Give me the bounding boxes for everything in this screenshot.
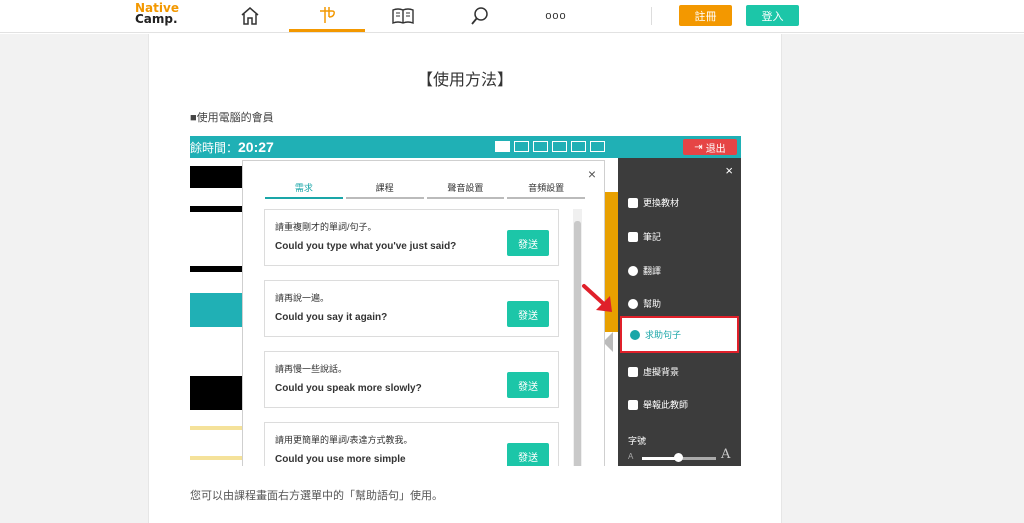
send-button[interactable]: 發送: [507, 372, 549, 398]
phrase-english: Could you speak more slowly?: [275, 383, 422, 394]
timer-value: 20:27: [238, 139, 274, 155]
edit-icon: [628, 231, 638, 242]
nav-home[interactable]: [212, 0, 288, 32]
exit-icon: ⇥: [694, 141, 703, 153]
register-button[interactable]: 註冊: [679, 5, 732, 26]
layout-3-icon[interactable]: [533, 141, 548, 152]
pointer-arrow-icon: [582, 284, 612, 312]
right-gutter: [782, 34, 1024, 523]
tab-request[interactable]: 需求: [265, 181, 343, 199]
lesson-top-bar: 餘時間：20:27 ⇥ 退出: [190, 136, 741, 158]
tab-sound-settings[interactable]: 聲音設置: [426, 181, 505, 199]
more-icon: ooo: [545, 10, 567, 22]
phrase-chinese: 請再說一遍。: [275, 293, 330, 303]
phrase-english: Could you type what you've just said?: [275, 241, 457, 252]
phrase-english: Could you say it again?: [275, 312, 388, 323]
menu-item-help[interactable]: 幫助: [628, 297, 661, 310]
lesson-timer: 餘時間：20:27: [190, 139, 274, 156]
menu-item-label: 幫助: [643, 299, 662, 309]
nav-textbook[interactable]: [365, 0, 441, 32]
send-button[interactable]: 發送: [507, 230, 549, 256]
top-navbar: Native Camp. ooo 註冊 登入: [0, 0, 1024, 33]
image-icon: [628, 366, 638, 377]
exit-button[interactable]: ⇥ 退出: [683, 139, 737, 155]
menu-item-label: 求助句子: [645, 330, 682, 340]
layout-4-icon[interactable]: [552, 141, 567, 152]
layout-2-icon[interactable]: [514, 141, 529, 152]
phrase-card: 請用更簡單的單詞/表達方式教我。 Could you use more simp…: [264, 422, 559, 466]
bg-strip: [190, 166, 242, 188]
left-gutter: [0, 34, 148, 523]
tab-lesson[interactable]: 課程: [345, 181, 424, 199]
phrase-chinese: 請再慢一些說話。: [275, 364, 348, 374]
book-icon: [628, 197, 638, 208]
menu-item-translate[interactable]: 翻譯: [628, 264, 661, 277]
dialog-close-icon[interactable]: ×: [588, 166, 596, 182]
phrase-chinese: 請重複剛才的單詞/句子。: [275, 222, 377, 232]
lesson-icon: [320, 6, 335, 23]
bg-strip: [190, 266, 242, 272]
timer-label: 餘時間：: [190, 141, 239, 155]
logo-line-2: Camp.: [135, 12, 178, 26]
chat-icon: [630, 329, 640, 340]
bg-strip: [190, 206, 242, 212]
menu-item-report-teacher[interactable]: 舉報此教師: [628, 398, 688, 411]
menu-item-label: 更換教材: [643, 198, 680, 208]
help-icon: [628, 298, 638, 309]
nav-search[interactable]: [442, 0, 518, 32]
menu-item-help-phrases[interactable]: 求助句子: [620, 316, 739, 353]
bg-strip: [190, 376, 242, 410]
globe-icon: [628, 265, 638, 276]
textbook-icon: [392, 8, 414, 25]
page-title: 【使用方法】: [416, 72, 513, 89]
menu-item-label: 翻譯: [643, 266, 662, 276]
menu-item-label: 筆記: [643, 232, 662, 242]
dialog-scrollbar-thumb[interactable]: [574, 221, 581, 466]
menu-item-notes[interactable]: 筆記: [628, 230, 661, 243]
send-button[interactable]: 發送: [507, 301, 549, 327]
layout-1-icon[interactable]: [495, 141, 510, 152]
tab-audio-settings[interactable]: 音頻設置: [507, 181, 585, 199]
login-button[interactable]: 登入: [746, 5, 799, 26]
flag-icon: [628, 399, 638, 410]
bg-strip: [190, 293, 242, 327]
menu-close-icon[interactable]: ×: [725, 163, 733, 178]
nativecamp-logo[interactable]: Native Camp.: [135, 2, 179, 26]
phrase-chinese: 請用更簡單的單詞/表達方式教我。: [275, 435, 413, 445]
help-phrases-dialog: × 需求 課程 聲音設置 音頻設置 請重複剛才的單詞/句子。 Could you…: [242, 160, 605, 466]
usage-description: 您可以由課程畫面右方選單中的「幫助語句」使用。: [190, 490, 443, 502]
bg-strip: [190, 426, 242, 430]
menu-item-virtual-background[interactable]: 虛擬背景: [628, 365, 679, 378]
section-subtitle: ■使用電腦的會員: [190, 112, 274, 124]
lesson-screenshot: 餘時間：20:27 ⇥ 退出 × 需求 課程 聲音設置 音頻設置 請重複剛才的單…: [190, 136, 741, 466]
phrase-card: 請再說一遍。 Could you say it again? 發送: [264, 280, 559, 337]
layout-6-icon[interactable]: [590, 141, 605, 152]
font-size-label: 字號: [628, 436, 647, 446]
send-button[interactable]: 發送: [507, 443, 549, 466]
menu-item-label: 舉報此教師: [643, 400, 689, 410]
nav-divider: [651, 7, 652, 25]
lesson-side-menu: × 更換教材 筆記 翻譯 幫助 求助句子 虛擬背景 舉報此教師 字號: [618, 158, 741, 466]
exit-label: 退出: [705, 143, 726, 155]
dialog-tabs: 需求 課程 聲音設置 音頻設置: [265, 181, 585, 199]
layout-switcher: [495, 141, 605, 152]
phrase-card: 請重複剛才的單詞/句子。 Could you type what you've …: [264, 209, 559, 266]
phrase-english: Could you use more simple: [275, 454, 406, 465]
nav-more[interactable]: ooo: [518, 0, 594, 32]
bg-strip: [190, 456, 242, 460]
home-icon: [241, 7, 259, 25]
menu-item-change-textbook[interactable]: 更換教材: [628, 196, 679, 209]
menu-item-label: 虛擬背景: [643, 367, 680, 377]
nav-lesson[interactable]: [289, 0, 365, 32]
phrase-card: 請再慢一些說話。 Could you speak more slowly? 發送: [264, 351, 559, 408]
layout-5-icon[interactable]: [571, 141, 586, 152]
search-icon: [471, 7, 488, 25]
